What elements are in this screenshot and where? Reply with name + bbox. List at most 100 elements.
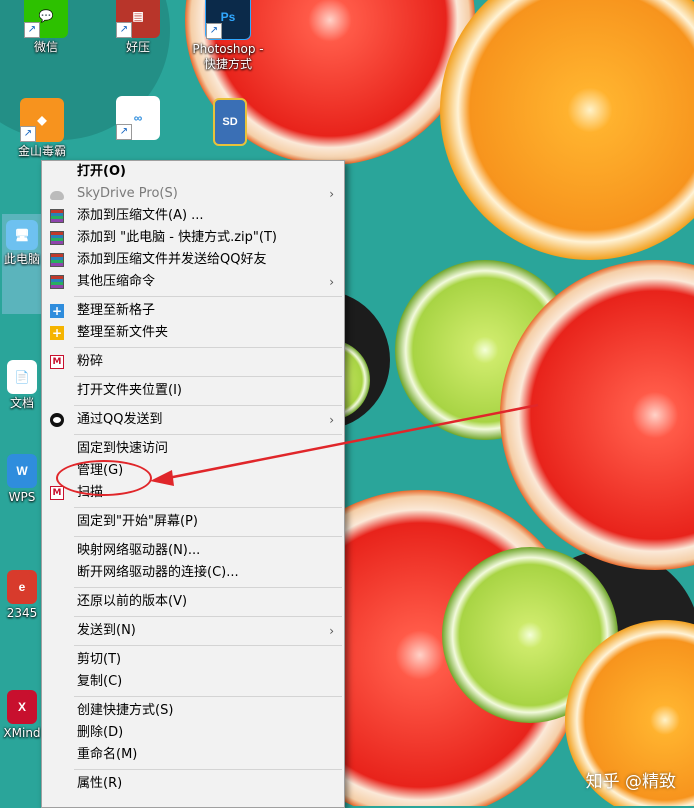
menu-item-20[interactable]: 固定到"开始"屏幕(P) — [42, 511, 344, 533]
menu-item-29[interactable]: 剪切(T) — [42, 649, 344, 671]
desktop-icon-label: 此电脑 — [3, 252, 40, 266]
desktop-icon-label: 好压 — [125, 40, 150, 54]
menu-item-14[interactable]: 通过QQ发送到 › — [42, 409, 344, 431]
desktop-icon-label: 微信 — [33, 40, 58, 54]
chevron-right-icon: › — [329, 413, 334, 427]
menu-item-10[interactable]: M 粉碎 — [42, 351, 344, 373]
chevron-right-icon: › — [329, 624, 334, 638]
menu-item-5[interactable]: 其他压缩命令 › — [42, 271, 344, 293]
desktop-icon-document[interactable]: 📄 文档 — [2, 360, 42, 411]
menu-item-label: 固定到快速访问 — [77, 441, 169, 456]
menu-item-7[interactable]: + 整理至新格子 — [42, 300, 344, 322]
menu-separator — [74, 405, 342, 406]
desktop-icon-label: WPS — [8, 490, 36, 504]
desktop-icon-label: 金山毒霸 — [17, 144, 66, 158]
menu-item-2[interactable]: 添加到压缩文件(A) ... — [42, 205, 344, 227]
menu-separator — [74, 769, 342, 770]
desktop-icon-haozip[interactable]: ▤ ↗ 好压 — [100, 0, 176, 55]
menu-item-label: 还原以前的版本(V) — [77, 594, 188, 609]
desktop-icon-this-pc[interactable]: 🖥 此电脑 — [2, 214, 42, 314]
menu-item-23[interactable]: 断开网络驱动器的连接(C)... — [42, 562, 344, 584]
shortcut-arrow-icon: ↗ — [20, 126, 36, 142]
menu-item-label: 通过QQ发送到 — [77, 412, 163, 427]
chevron-right-icon: › — [329, 187, 334, 201]
menu-item-36[interactable]: 属性(R) — [42, 773, 344, 795]
menu-item-label: 添加到压缩文件并发送给QQ好友 — [77, 252, 267, 267]
menu-item-30[interactable]: 复制(C) — [42, 671, 344, 693]
desktop-icon-label: Photoshop - 快捷方式 — [192, 42, 264, 71]
menu-item-label: 整理至新格子 — [77, 303, 156, 318]
menu-separator — [74, 536, 342, 537]
menu-item-12[interactable]: 打开文件夹位置(I) — [42, 380, 344, 402]
menu-item-label: 其他压缩命令 — [77, 274, 156, 289]
desktop-icon-wechat[interactable]: 💬 ↗ 微信 — [8, 0, 84, 55]
menu-item-3[interactable]: 添加到 "此电脑 - 快捷方式.zip"(T) — [42, 227, 344, 249]
menu-separator — [74, 434, 342, 435]
browser-2345-icon: e — [7, 570, 37, 604]
document-icon: 📄 — [7, 360, 37, 394]
shortcut-arrow-icon: ↗ — [24, 22, 40, 38]
sd-icon: SD — [213, 98, 247, 146]
menu-item-16[interactable]: 固定到快速访问 — [42, 438, 344, 460]
app-icon: ∞ ↗ — [116, 96, 160, 140]
photoshop-icon: Ps ↗ — [205, 0, 251, 40]
menu-item-label: 整理至新文件夹 — [77, 325, 169, 340]
desktop-icon-sd[interactable]: SD — [192, 98, 268, 148]
menu-item-label: 重命名(M) — [77, 747, 138, 762]
menu-item-34[interactable]: 重命名(M) — [42, 744, 344, 766]
desktop-icon-app[interactable]: ∞ ↗ — [100, 96, 176, 142]
menu-item-label: 添加到 "此电脑 - 快捷方式.zip"(T) — [77, 230, 277, 245]
menu-item-label: 添加到压缩文件(A) ... — [77, 208, 204, 223]
desktop-icon-kingsoft[interactable]: ◆ ↗ 金山毒霸 — [4, 98, 80, 159]
menu-separator — [74, 376, 342, 377]
menu-item-label: 创建快捷方式(S) — [77, 703, 174, 718]
annotation-circle — [56, 460, 152, 496]
desktop-icon-photoshop[interactable]: Ps ↗ Photoshop - 快捷方式 — [188, 0, 268, 72]
cloud-icon — [50, 191, 64, 200]
menu-item-1: SkyDrive Pro(S) › — [42, 183, 344, 205]
xmind-icon: X — [7, 690, 37, 724]
chevron-right-icon: › — [329, 275, 334, 289]
menu-item-label: 打开文件夹位置(I) — [77, 383, 182, 398]
menu-separator — [74, 645, 342, 646]
menu-item-label: 粉碎 — [77, 354, 104, 369]
qq-icon — [50, 413, 64, 427]
menu-item-label: 复制(C) — [77, 674, 123, 689]
menu-separator — [74, 347, 342, 348]
menu-item-27[interactable]: 发送到(N) › — [42, 620, 344, 642]
desktop-icon-2345[interactable]: e 2345 — [2, 570, 42, 621]
desktop-icon-xmind[interactable]: X XMind — [2, 690, 42, 741]
haozip-icon: ▤ ↗ — [116, 0, 160, 38]
watermark: 知乎 @精致 — [585, 772, 676, 792]
computer-icon: 🖥 — [6, 220, 38, 250]
shortcut-arrow-icon: ↗ — [116, 124, 132, 140]
archive-icon — [50, 209, 64, 223]
menu-item-label: 发送到(N) — [77, 623, 136, 638]
menu-separator — [74, 296, 342, 297]
desktop-icon-label: XMind — [3, 726, 41, 740]
menu-item-label: 打开(O) — [77, 164, 126, 179]
wps-icon: W — [7, 454, 37, 488]
menu-item-22[interactable]: 映射网络驱动器(N)... — [42, 540, 344, 562]
desktop-icon-label: 2345 — [6, 606, 38, 620]
menu-item-label: SkyDrive Pro(S) — [77, 186, 178, 201]
menu-item-label: 剪切(T) — [77, 652, 122, 667]
menu-separator — [74, 696, 342, 697]
menu-item-8[interactable]: + 整理至新文件夹 — [42, 322, 344, 344]
menu-separator — [74, 587, 342, 588]
archive-icon — [50, 231, 64, 245]
desktop-icon-label: 文档 — [9, 396, 34, 410]
menu-item-4[interactable]: 添加到压缩文件并发送给QQ好友 — [42, 249, 344, 271]
wechat-icon: 💬 ↗ — [24, 0, 68, 38]
menu-item-0[interactable]: 打开(O) — [42, 161, 344, 183]
desktop-icon-wps[interactable]: W WPS — [2, 454, 42, 505]
menu-item-label: 断开网络驱动器的连接(C)... — [77, 565, 239, 580]
menu-item-label: 固定到"开始"屏幕(P) — [77, 514, 198, 529]
shortcut-arrow-icon: ↗ — [206, 23, 222, 39]
menu-item-32[interactable]: 创建快捷方式(S) — [42, 700, 344, 722]
menu-item-25[interactable]: 还原以前的版本(V) — [42, 591, 344, 613]
shortcut-arrow-icon: ↗ — [116, 22, 132, 38]
menu-item-label: 映射网络驱动器(N)... — [77, 543, 201, 558]
archive-icon — [50, 275, 64, 289]
menu-item-33[interactable]: 删除(D) — [42, 722, 344, 744]
